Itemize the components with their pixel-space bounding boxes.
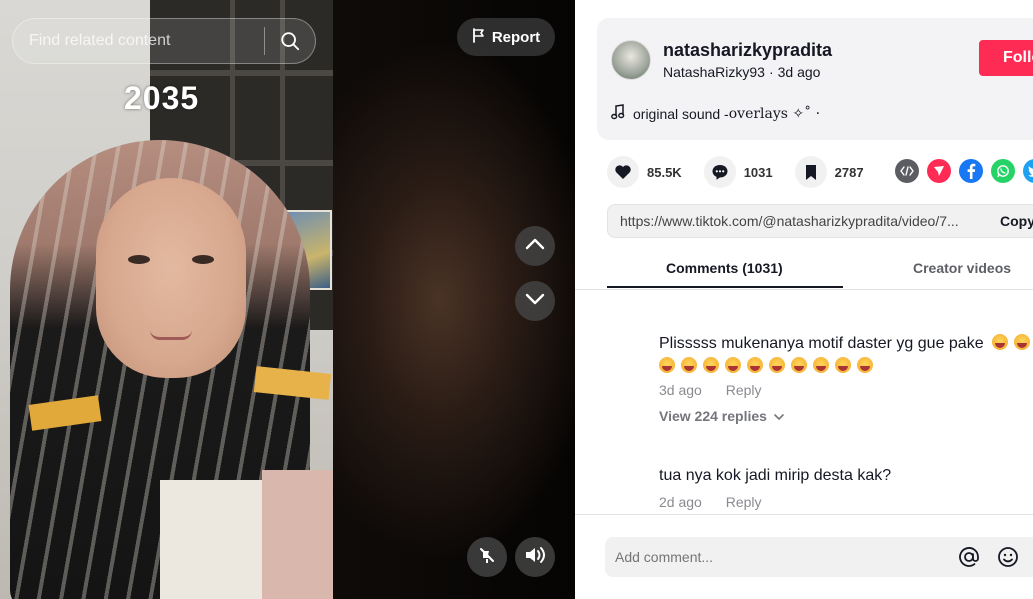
side-panel: natasharizkypradita NatashaRizky93 · 3d … [575, 0, 1033, 599]
tab-comments[interactable]: Comments (1031) [666, 260, 783, 276]
like-button[interactable]: 85.5K [607, 156, 682, 188]
author-username[interactable]: natasharizkypradita [663, 40, 832, 61]
crying-emoji [992, 334, 1009, 350]
shelf [150, 70, 333, 76]
face [96, 178, 246, 378]
save-count: 2787 [834, 164, 864, 180]
view-replies-label: View 224 replies [659, 408, 767, 424]
comment-button[interactable]: 1031 [703, 156, 773, 188]
chevron-down-icon [773, 408, 785, 424]
flag-icon [472, 27, 486, 47]
report-label: Report [491, 28, 541, 46]
video-link-url[interactable]: https://www.tiktok.com/@natasharizkyprad… [608, 213, 990, 229]
action-bar: 85.5K 1031 2787 [607, 154, 886, 190]
author-card: natasharizkypradita NatashaRizky93 · 3d … [597, 18, 1033, 140]
tab-creator-videos[interactable]: Creator videos [913, 260, 1011, 276]
follow-button[interactable]: Follo [979, 40, 1033, 76]
mute-icon [477, 545, 497, 570]
whatsapp-icon[interactable] [991, 159, 1015, 183]
search-input[interactable]: Find related content [13, 32, 264, 50]
emoji-icon[interactable] [996, 545, 1020, 569]
crying-emoji [703, 357, 719, 373]
comment-time: 3d ago [659, 382, 702, 398]
comment-icon [703, 156, 736, 188]
float-player-button[interactable] [467, 537, 507, 577]
crying-emoji [857, 357, 873, 373]
mouth [150, 330, 192, 340]
twitter-icon[interactable] [1023, 159, 1033, 183]
author-meta: NatashaRizky93 · 3d ago [663, 64, 820, 80]
crying-emoji [747, 357, 763, 373]
reply-button[interactable]: Reply [726, 494, 762, 510]
crying-emoji [659, 357, 675, 373]
comment-time: 2d ago [659, 494, 702, 510]
at-icon[interactable] [957, 545, 981, 569]
pattern-patch [160, 480, 270, 599]
comment-count: 1031 [743, 164, 773, 180]
chevron-up-icon [525, 237, 545, 255]
music-note-icon [611, 104, 625, 123]
search-icon[interactable] [265, 18, 315, 64]
crying-emoji [791, 357, 807, 373]
crying-emoji [835, 357, 851, 373]
send-icon[interactable] [927, 159, 951, 183]
copy-link-button[interactable]: Copy [990, 213, 1033, 229]
comment-text: Plisssss mukenanya motif daster yg gue p… [659, 335, 984, 352]
sound-link[interactable]: original sound - overlays ✧˚ · [611, 104, 820, 123]
reply-button[interactable]: Reply [726, 382, 762, 398]
meta-separator: · [768, 64, 774, 80]
like-count: 85.5K [647, 164, 682, 180]
page: 2035 Find related content Report natasha… [0, 0, 1033, 599]
previous-video-button[interactable] [515, 226, 555, 266]
author-display-name[interactable]: NatashaRizky93 [663, 64, 765, 80]
crying-emoji [769, 357, 785, 373]
video-link-box: https://www.tiktok.com/@natasharizkyprad… [607, 204, 1033, 238]
video-overlay-text: 2035 [124, 80, 200, 116]
post-time: 3d ago [777, 64, 821, 80]
eye [192, 255, 214, 264]
avatar[interactable] [611, 40, 651, 80]
crying-emoji [725, 357, 741, 373]
crying-emoji [813, 357, 829, 373]
crying-emoji [1014, 334, 1031, 350]
comment-emoji-line [659, 357, 879, 376]
volume-button[interactable] [515, 537, 555, 577]
comment-text-line: Plisssss mukenanya motif daster yg gue p… [659, 334, 1033, 353]
chevron-down-icon [525, 292, 545, 310]
sound-prefix: original sound - [633, 105, 729, 122]
sound-name: overlays ✧˚ · [728, 105, 821, 122]
heart-icon [607, 156, 639, 188]
eye [128, 255, 150, 264]
facebook-icon[interactable] [959, 159, 983, 183]
save-button[interactable]: 2787 [794, 156, 864, 188]
embed-icon[interactable] [895, 159, 919, 183]
comment-meta: 2d ago Reply [659, 494, 762, 510]
search-bar[interactable]: Find related content [12, 18, 316, 64]
volume-icon [524, 545, 546, 570]
report-button[interactable]: Report [457, 18, 555, 56]
comment-text: tua nya kok jadi mirip desta kak? [659, 467, 892, 484]
comment-composer: Add comment... [575, 514, 1033, 599]
video-player[interactable]: 2035 Find related content Report [0, 0, 575, 599]
view-replies-button[interactable]: View 224 replies [659, 408, 785, 424]
active-tab-indicator [607, 286, 843, 288]
comment-meta: 3d ago Reply [659, 382, 762, 398]
pattern-patch [262, 470, 333, 599]
crying-emoji [681, 357, 697, 373]
bookmark-icon [794, 156, 827, 188]
next-video-button[interactable] [515, 281, 555, 321]
tab-bar: Comments (1031) Creator videos [575, 250, 1033, 290]
